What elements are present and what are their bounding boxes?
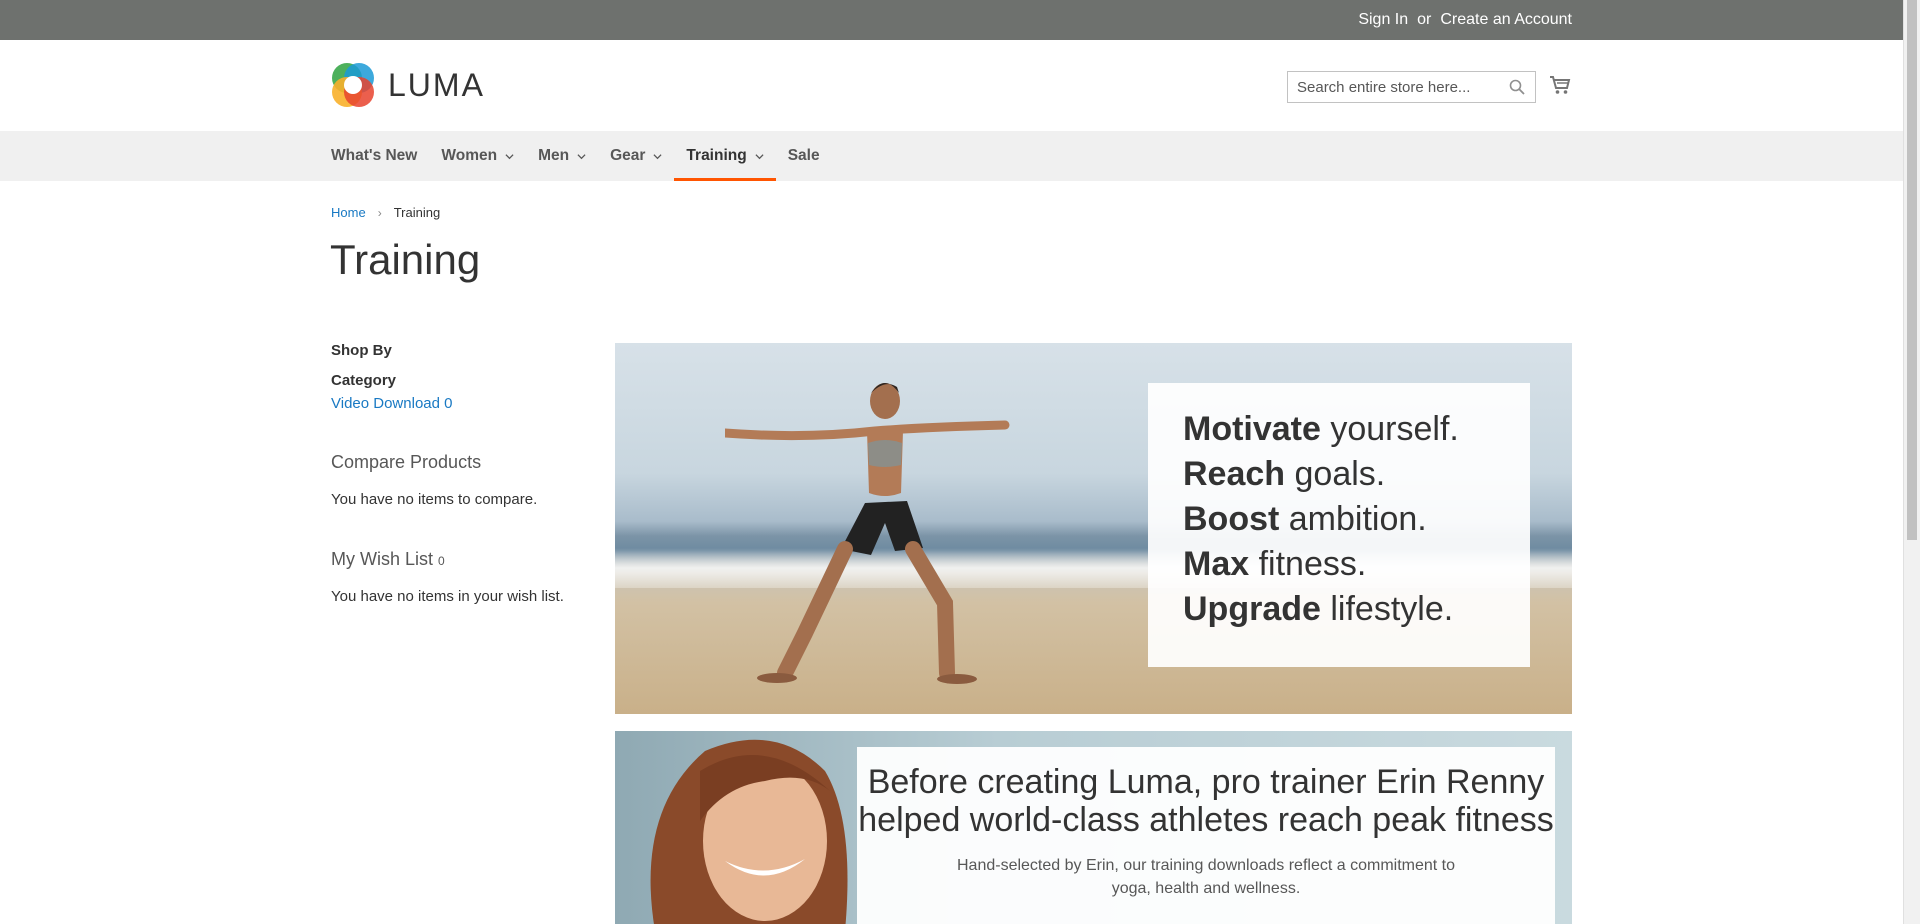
chevron-down-icon bbox=[755, 153, 764, 159]
sign-in-link[interactable]: Sign In bbox=[1358, 11, 1408, 29]
main-navigation: What's New Women Men Gear Training Sale bbox=[0, 131, 1920, 181]
trainer-text-box: Before creating Luma, pro trainer Erin R… bbox=[857, 747, 1555, 924]
filter-option-video-download[interactable]: Video Download 0 bbox=[331, 395, 571, 412]
nav-label: Women bbox=[441, 147, 498, 164]
create-account-link[interactable]: Create an Account bbox=[1440, 11, 1572, 29]
nav-item-training[interactable]: Training bbox=[674, 131, 777, 181]
trainer-heading: Before creating Luma, pro trainer Erin R… bbox=[858, 763, 1554, 839]
shopping-cart-icon[interactable] bbox=[1549, 74, 1571, 96]
page-scrollbar[interactable] bbox=[1903, 0, 1920, 924]
compare-products-title: Compare Products bbox=[331, 452, 482, 472]
filter-option-count: 0 bbox=[444, 395, 453, 412]
motivation-line: Motivate yourself. bbox=[1183, 407, 1530, 452]
logo-text: LUMA bbox=[388, 66, 485, 103]
motivation-line-bold: Upgrade bbox=[1183, 590, 1321, 628]
motivation-line-bold: Max bbox=[1183, 545, 1250, 583]
nav-label: Men bbox=[538, 147, 570, 164]
sidebar: Shop By Category Video Download 0 Compar… bbox=[331, 342, 571, 605]
motivation-line-bold: Boost bbox=[1183, 500, 1280, 538]
yoga-woman-image bbox=[725, 383, 1010, 684]
breadcrumb-current: Training bbox=[393, 205, 441, 220]
top-panel: Sign In or Create an Account bbox=[0, 0, 1920, 40]
chevron-down-icon bbox=[577, 153, 586, 159]
search-icon[interactable] bbox=[1509, 79, 1525, 95]
shop-by-title: Shop By bbox=[331, 342, 392, 359]
luma-logo[interactable]: LUMA bbox=[331, 62, 485, 108]
nav-item-women[interactable]: Women bbox=[429, 131, 526, 181]
motivation-line: Boost ambition. bbox=[1183, 497, 1530, 542]
motivation-line-rest: lifestyle. bbox=[1320, 590, 1454, 628]
nav-item-men[interactable]: Men bbox=[526, 131, 598, 181]
trainer-banner[interactable]: Before creating Luma, pro trainer Erin R… bbox=[615, 731, 1572, 924]
trainer-subtext: Hand-selected by Erin, our training down… bbox=[956, 857, 1455, 897]
wishlist-title: My Wish List 0 bbox=[331, 549, 571, 570]
nav-item-gear[interactable]: Gear bbox=[598, 131, 674, 181]
motivation-line-rest: fitness. bbox=[1249, 545, 1367, 583]
nav-label: Gear bbox=[610, 147, 646, 164]
header-links: Sign In or Create an Account bbox=[1358, 0, 1572, 40]
wishlist-empty-text: You have no items in your wish list. bbox=[331, 588, 564, 605]
trainer-portrait-image bbox=[650, 739, 848, 924]
or-text: or bbox=[1417, 11, 1432, 28]
wishlist-title-label: My Wish List bbox=[331, 549, 434, 569]
chevron-down-icon bbox=[505, 153, 514, 159]
page-header: LUMA bbox=[0, 40, 1920, 131]
motivation-line-bold: Reach bbox=[1183, 455, 1286, 493]
motivation-line-rest: goals. bbox=[1285, 455, 1386, 493]
motivation-line-bold: Motivate bbox=[1183, 410, 1321, 448]
motivation-line: Reach goals. bbox=[1183, 452, 1530, 497]
wishlist-count: 0 bbox=[438, 554, 445, 568]
search-box bbox=[1287, 71, 1536, 103]
breadcrumb-home-link[interactable]: Home bbox=[331, 205, 366, 220]
nav-item-whats-new[interactable]: What's New bbox=[331, 131, 429, 181]
motivation-line-rest: ambition. bbox=[1279, 500, 1427, 538]
breadcrumb-separator-icon: › bbox=[377, 205, 382, 220]
scrollbar-thumb[interactable] bbox=[1907, 0, 1917, 540]
compare-empty-text: You have no items to compare. bbox=[331, 491, 538, 508]
breadcrumb: Home › Training bbox=[331, 205, 440, 220]
nav-label: Sale bbox=[787, 147, 820, 164]
motivation-text-box: Motivate yourself. Reach goals. Boost am… bbox=[1148, 383, 1530, 667]
search-input[interactable] bbox=[1288, 73, 1498, 101]
filter-option-label[interactable]: Video Download bbox=[331, 395, 440, 412]
filter-category-title: Category bbox=[331, 372, 397, 389]
luma-logo-icon bbox=[332, 63, 374, 107]
nav-item-sale[interactable]: Sale bbox=[776, 131, 832, 181]
page-title: Training bbox=[330, 236, 481, 283]
motivation-line-rest: yourself. bbox=[1320, 410, 1459, 448]
chevron-down-icon bbox=[653, 153, 662, 159]
motivation-line: Max fitness. bbox=[1183, 542, 1530, 587]
motivation-line: Upgrade lifestyle. bbox=[1183, 587, 1530, 632]
nav-label: Training bbox=[686, 147, 747, 164]
nav-label: What's New bbox=[331, 147, 418, 164]
motivation-banner[interactable]: Motivate yourself. Reach goals. Boost am… bbox=[615, 343, 1572, 714]
